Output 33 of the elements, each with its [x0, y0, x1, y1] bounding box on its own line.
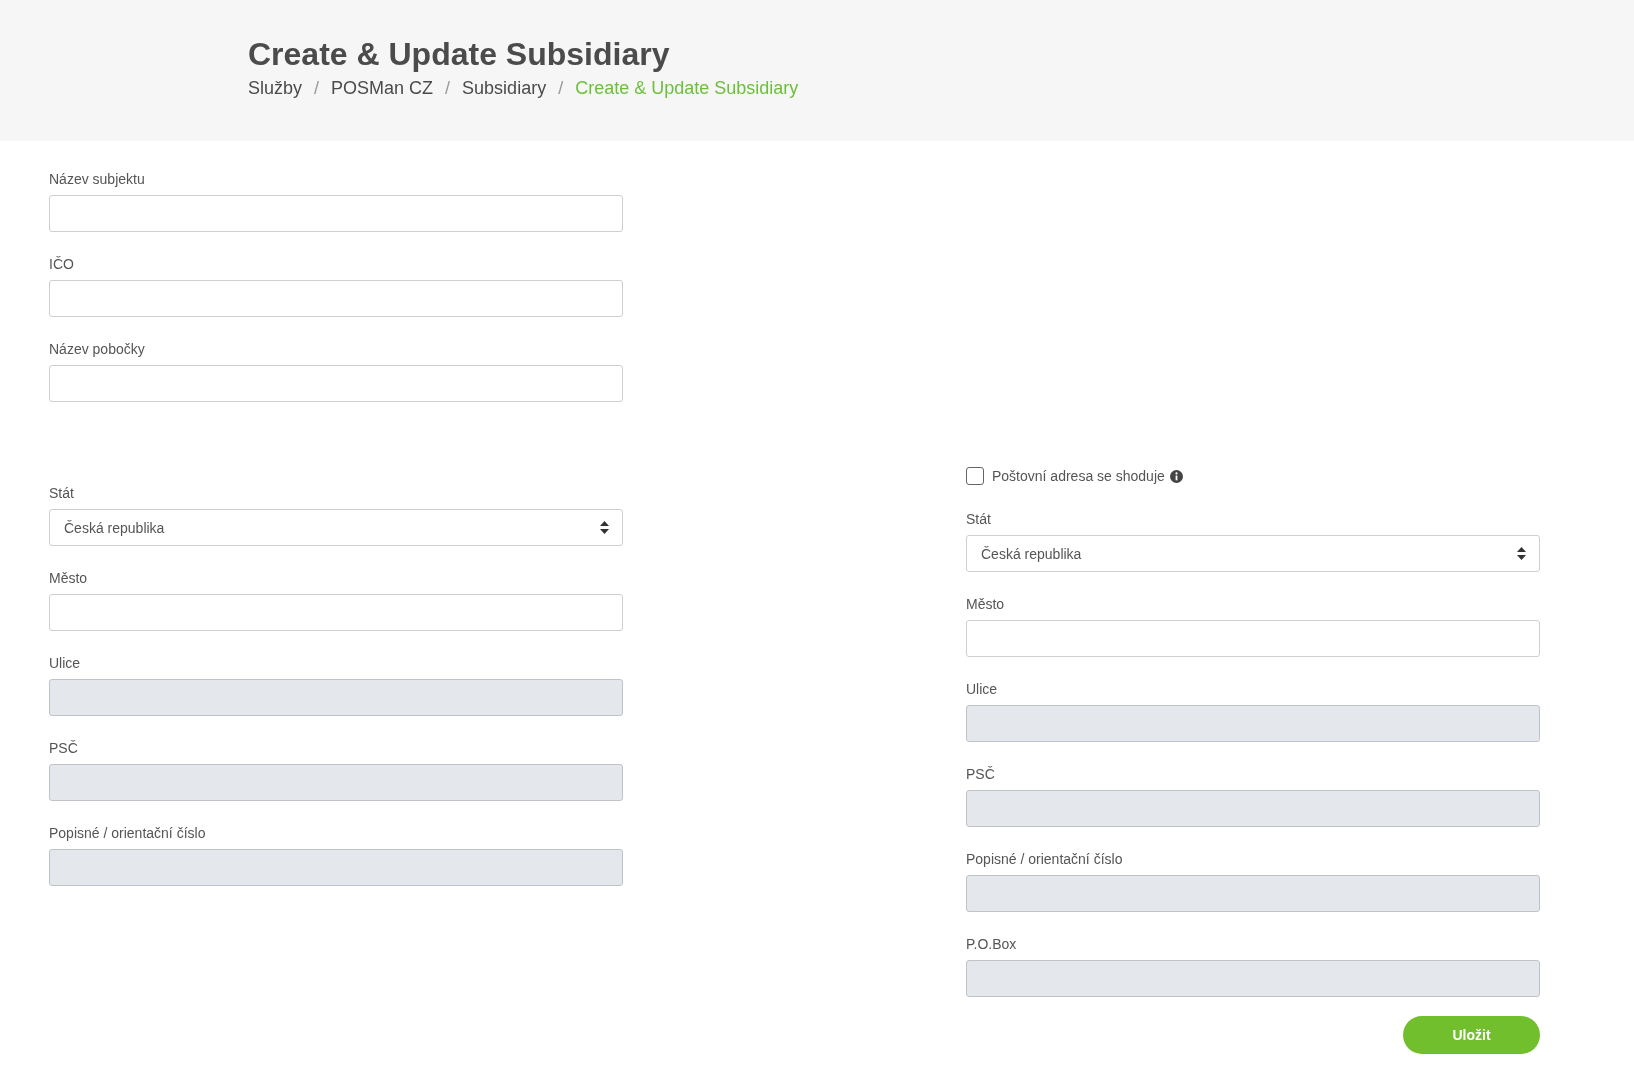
checkbox-label: Poštovní adresa se shoduje [992, 468, 1165, 484]
field-label: Stát [966, 510, 991, 528]
field-label: Město [966, 595, 1005, 613]
field-label: Popisné / orientační číslo [49, 824, 206, 842]
field-label: IČO [49, 255, 74, 273]
breadcrumb-link[interactable]: Subsidiary [462, 78, 547, 99]
field-label: PSČ [49, 739, 78, 757]
breadcrumb-separator: / [558, 78, 564, 99]
field-label: Ulice [966, 680, 998, 698]
text-input[interactable] [49, 280, 623, 317]
sort-arrows-icon [600, 521, 609, 534]
page-title: Create & Update Subsidiary [248, 35, 670, 74]
field-label: Město [49, 569, 88, 587]
checkbox[interactable] [966, 467, 984, 485]
text-input[interactable] [49, 594, 623, 631]
field-label: Ulice [49, 654, 81, 672]
breadcrumb-separator: / [445, 78, 451, 99]
country-select[interactable]: Česká republika [49, 509, 623, 546]
breadcrumb-separator: / [314, 78, 320, 99]
field-label: Popisné / orientační číslo [966, 850, 1123, 868]
breadcrumb-link[interactable]: POSMan CZ [331, 78, 434, 99]
field-label: Stát [49, 484, 74, 502]
text-input[interactable] [966, 620, 1540, 657]
info-icon [1169, 469, 1183, 483]
country-select[interactable]: Česká republika [966, 535, 1540, 572]
text-input[interactable] [49, 365, 623, 402]
sort-arrows-icon [1517, 547, 1526, 560]
field-label: PSČ [966, 765, 995, 783]
field-label: Název pobočky [49, 340, 145, 358]
field-label: Název subjektu [49, 170, 145, 188]
field-label: P.O.Box [966, 935, 1017, 953]
text-input[interactable] [49, 195, 623, 232]
breadcrumb-link[interactable]: Služby [248, 78, 303, 99]
